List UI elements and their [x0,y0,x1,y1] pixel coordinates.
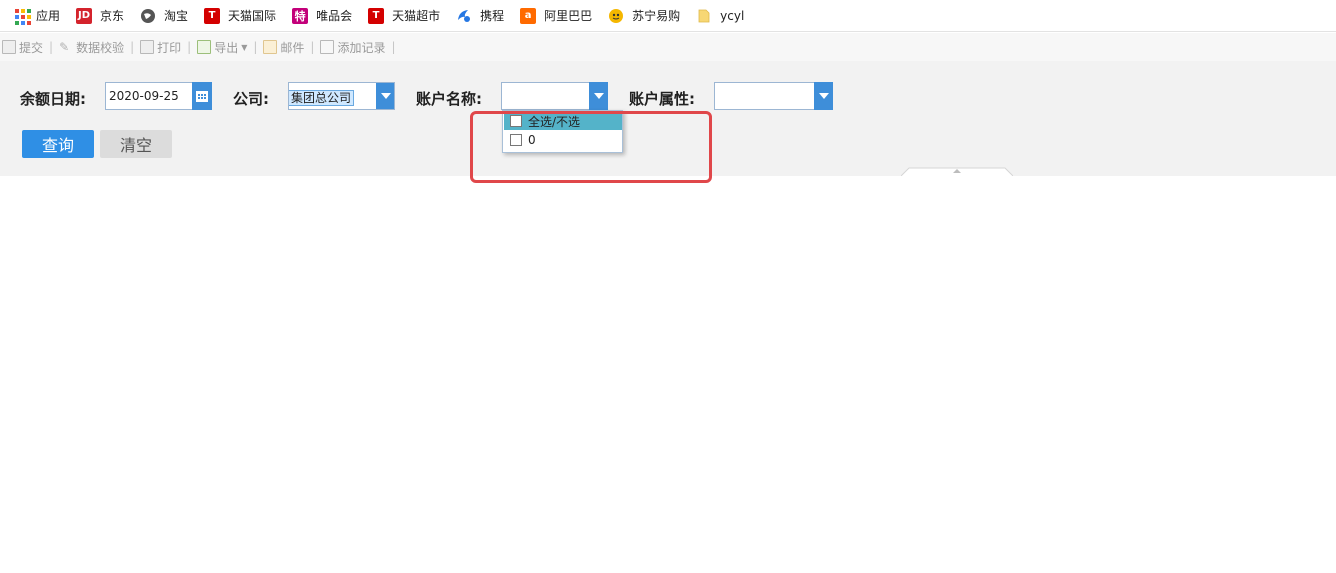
mail-button[interactable]: 邮件 [263,39,304,56]
bookmark-label: 苏宁易购 [632,9,681,23]
calendar-button[interactable] [192,82,212,110]
bookmarks-bar: 应用 JD 京东 淘宝 T 天猫国际 特 唯品会 T 天猫超市 携程 a 阿里巴… [0,0,1336,32]
toolbar-separator: | [310,40,315,54]
mail-icon [263,40,278,54]
toolbar-separator: | [391,40,396,54]
tmall-supermarket-icon: T [368,7,385,24]
toolbar-separator: | [49,40,54,54]
chevron-down-icon [593,93,604,99]
bookmark-label: 淘宝 [164,9,189,23]
tmall-global-icon: T [204,7,221,24]
company-value: 集团总公司 [289,90,355,106]
calendar-icon [196,91,208,102]
chevron-down-icon [818,93,829,99]
account-name-select[interactable] [501,82,608,110]
date-label: 余额日期: [20,90,86,108]
toolbar-separator: | [187,40,192,54]
bookmark-label: ycyl [720,8,745,23]
bookmark-tmall-supermarket[interactable]: T 天猫超市 [368,0,440,32]
jd-icon: JD [76,7,93,24]
pencil-icon: ✎ [59,40,70,54]
highlight-annotation-box [470,111,712,183]
query-button[interactable]: 查询 [22,130,94,158]
toolbar: 提交 | ✎ 数据校验 | 打印 | 导出 ▼ | 邮件 | 添加记录 | [0,33,1336,61]
mail-label: 邮件 [280,40,305,55]
submit-button[interactable]: 提交 [2,39,43,56]
account-attr-label: 账户属性: [629,90,695,108]
account-attr-dropdown-button[interactable] [814,82,833,110]
bookmark-label: 唯品会 [316,9,353,23]
account-name-dropdown-button[interactable] [589,82,608,110]
print-label: 打印 [157,40,182,55]
chevron-down-icon: ▼ [241,42,248,52]
bookmark-taobao[interactable]: 淘宝 [140,0,188,32]
add-record-label: 添加记录 [337,40,386,55]
bookmark-label: 京东 [100,9,125,23]
alibaba-icon: a [520,7,537,24]
company-dropdown-button[interactable] [376,83,394,109]
account-attr-select[interactable] [714,82,833,110]
printer-icon [140,40,155,54]
bookmark-apps[interactable]: 应用 [14,0,60,32]
folder-icon [698,9,710,22]
bookmark-ctrip[interactable]: 携程 [456,0,504,32]
bookmark-label: 天猫国际 [228,9,277,23]
add-record-button[interactable]: 添加记录 [320,39,385,56]
export-icon [197,40,212,54]
export-button[interactable]: 导出 ▼ [197,39,247,56]
chevron-down-icon [380,93,391,99]
bookmark-folder-ycyl[interactable]: ycyl [696,0,744,32]
bookmark-alibaba[interactable]: a 阿里巴巴 [520,0,592,32]
toolbar-separator: | [253,40,258,54]
collapse-panel-tab[interactable] [901,167,1013,176]
bookmark-vip[interactable]: 特 唯品会 [292,0,352,32]
suning-icon [609,8,624,23]
export-label: 导出 [214,40,239,55]
account-name-label: 账户名称: [416,90,482,108]
validate-label: 数据校验 [76,40,125,55]
bookmark-jd[interactable]: JD 京东 [76,0,124,32]
toolbar-separator: | [130,40,135,54]
bookmark-label: 阿里巴巴 [544,9,593,23]
bookmark-label: 应用 [36,9,61,23]
ctrip-icon [458,9,471,22]
clear-button[interactable]: 清空 [100,130,172,158]
print-button[interactable]: 打印 [140,39,181,56]
bookmark-suning[interactable]: 苏宁易购 [608,0,680,32]
taobao-globe-icon [141,8,156,23]
date-value: 2020-09-25 [109,89,179,103]
validate-button[interactable]: ✎ 数据校验 [59,39,124,56]
vip-icon: 特 [292,7,309,24]
bookmark-label: 携程 [480,9,505,23]
save-icon [2,40,16,54]
add-record-icon [320,40,335,54]
company-select[interactable]: 集团总公司 [288,82,395,110]
company-label: 公司: [233,90,269,108]
apps-grid-icon [14,8,31,25]
bookmark-tmall-global[interactable]: T 天猫国际 [204,0,276,32]
date-field[interactable]: 2020-09-25 [105,82,212,110]
submit-label: 提交 [19,40,44,55]
bookmark-label: 天猫超市 [392,9,441,23]
company-value-wrap: 集团总公司 [289,89,355,106]
